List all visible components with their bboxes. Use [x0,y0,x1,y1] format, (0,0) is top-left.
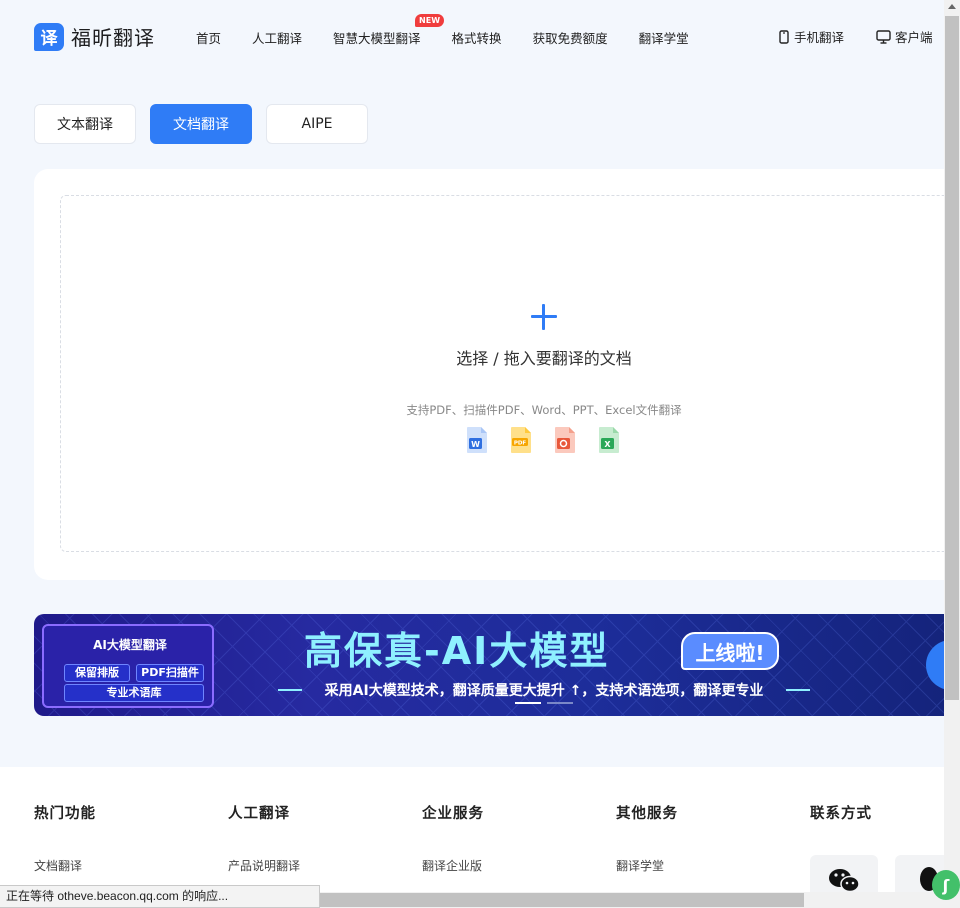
desktop-client-label: 客户端 [895,30,933,45]
banner-subtitle: 采用AI大模型技术，翻译质量更大提升 ↑，支持术语选项，翻译更专业 [274,680,814,700]
main-nav: 首页 人工翻译 智慧大模型翻译 NEW 格式转换 获取免费额度 翻译学堂 [196,14,689,47]
footer-col-contact: 联系方式 [810,802,872,823]
word-file-icon: W [467,427,487,453]
scroll-up-arrow[interactable] [948,4,956,9]
nav-format-convert[interactable]: 格式转换 [452,28,502,47]
header-right: 手机翻译 客户端 [778,27,933,46]
phone-icon [779,29,789,44]
footer-col-title: 其他服务 [616,806,678,822]
svg-text:X: X [604,440,611,449]
extension-logo-icon[interactable]: ʃ [932,870,960,900]
mobile-translation-label: 手机翻译 [794,30,845,45]
banner-feature-box: AI大模型翻译 保留排版 PDF扫描件 专业术语库 [42,624,214,708]
browser-status-bar: 正在等待 otheve.beacon.qq.com 的响应... [0,885,320,908]
footer-link-school[interactable]: 翻译学堂 [616,857,678,874]
footer-col-title: 企业服务 [422,806,484,822]
footer-col-human: 人工翻译 产品说明翻译 [228,802,300,874]
nav-ai-model-translation[interactable]: 智慧大模型翻译 NEW [333,14,445,47]
nav-ai-model-label: 智慧大模型翻译 [333,31,421,46]
banner-box-title: AI大模型翻译 [93,638,167,652]
monitor-icon [876,29,891,44]
footer-col-title: 热门功能 [34,806,96,822]
logo-text: 福昕翻译 [71,26,155,50]
banner-chip-layout: 保留排版 [64,664,130,682]
vertical-scrollbar[interactable] [944,0,960,908]
new-badge: NEW [415,14,445,27]
banner-pagination [515,702,573,704]
footer-link-doc-translation[interactable]: 文档翻译 [34,857,96,874]
logo-mark: 译 [34,22,64,51]
dropzone-title: 选择 / 拖入要翻译的文档 [456,349,632,368]
banner-headline: 高保真-AI大模型 [304,629,610,673]
banner-chip-scan-pdf: PDF扫描件 [136,664,204,682]
mobile-translation-link[interactable]: 手机翻译 [778,27,844,46]
footer-col-popular: 热门功能 文档翻译 [34,802,96,874]
tab-aipe[interactable]: AIPE [266,104,368,144]
vertical-scroll-thumb[interactable] [945,16,959,700]
svg-text:PDF: PDF [514,441,527,447]
nav-free-quota[interactable]: 获取免费额度 [533,28,608,47]
pdf-file-icon: PDF [511,427,531,453]
nav-human-translation[interactable]: 人工翻译 [252,28,302,47]
banner-dot-1[interactable] [515,702,541,704]
banner-chip-glossary: 专业术语库 [64,684,204,702]
tab-document-translation[interactable]: 文档翻译 [150,104,252,144]
ppt-file-icon [555,427,575,453]
file-type-icons: W PDF X [465,426,621,454]
file-dropzone[interactable]: 选择 / 拖入要翻译的文档 支持PDF、扫描件PDF、Word、PPT、Exce… [60,195,944,552]
banner-launch-badge: 上线啦! [681,632,779,670]
footer-col-title: 人工翻译 [228,806,290,822]
footer-col-enterprise: 企业服务 翻译企业版 [422,802,484,874]
banner-dot-2[interactable] [547,702,573,704]
footer-link-enterprise[interactable]: 翻译企业版 [422,857,484,874]
footer-link-manual-translation[interactable]: 产品说明翻译 [228,857,300,874]
plus-icon [531,304,557,330]
nav-home[interactable]: 首页 [196,28,221,47]
supported-formats-hint: 支持PDF、扫描件PDF、Word、PPT、Excel文件翻译 [406,403,682,417]
excel-file-icon: X [599,427,619,453]
tab-text-translation[interactable]: 文本翻译 [34,104,136,144]
promo-banner[interactable]: AI大模型翻译 保留排版 PDF扫描件 专业术语库 高保真-AI大模型 上线啦!… [34,614,944,716]
page: 译 福昕翻译 首页 人工翻译 智慧大模型翻译 NEW 格式转换 获取免费额度 翻… [0,0,944,908]
svg-text:W: W [471,440,480,449]
translation-mode-tabs: 文本翻译 文档翻译 AIPE [34,104,368,144]
nav-translation-school[interactable]: 翻译学堂 [639,28,689,47]
top-header: 译 福昕翻译 首页 人工翻译 智慧大模型翻译 NEW 格式转换 获取免费额度 翻… [0,0,944,72]
upload-card: 选择 / 拖入要翻译的文档 支持PDF、扫描件PDF、Word、PPT、Exce… [34,169,944,580]
desktop-client-link[interactable]: 客户端 [876,27,933,46]
logo[interactable]: 译 福昕翻译 [34,22,155,51]
footer-col-other: 其他服务 翻译学堂 [616,802,678,874]
footer-col-title: 联系方式 [810,806,872,822]
